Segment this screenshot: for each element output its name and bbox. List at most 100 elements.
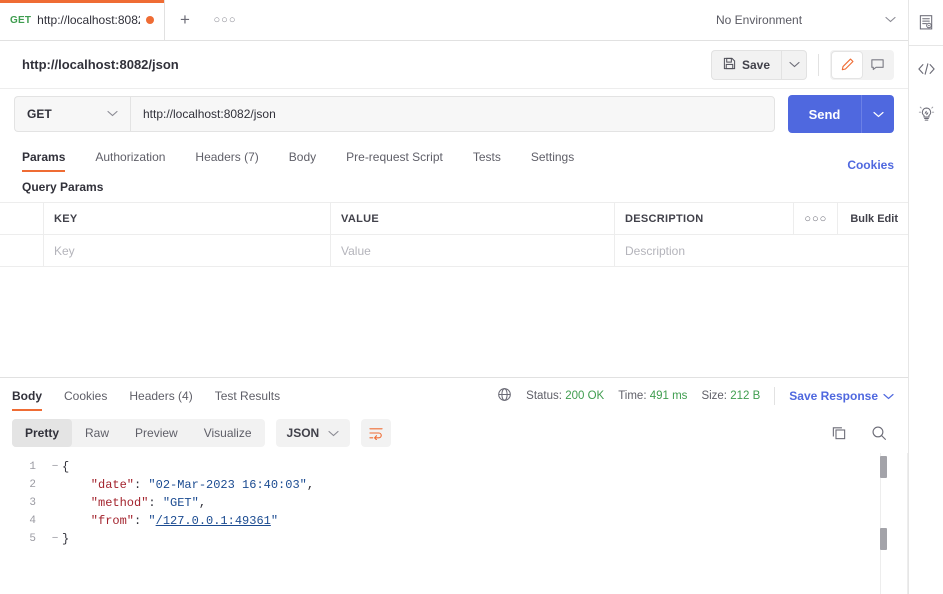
tab-tests[interactable]: Tests xyxy=(473,141,517,172)
code-line: 5−} xyxy=(0,530,908,548)
status-badge: Status: 200 OK xyxy=(526,390,604,402)
response-format-label: JSON xyxy=(286,426,320,440)
word-wrap-icon xyxy=(369,428,383,440)
response-tab-cookies[interactable]: Cookies xyxy=(64,379,107,413)
response-tab-test-results[interactable]: Test Results xyxy=(215,379,280,413)
key-input[interactable]: Key xyxy=(44,235,331,266)
code-text: } xyxy=(62,530,69,548)
send-options-button[interactable] xyxy=(861,95,894,133)
table-options-button[interactable]: ○○○ xyxy=(793,203,837,235)
line-number: 2 xyxy=(29,479,36,491)
view-mode-raw[interactable]: Raw xyxy=(72,419,122,447)
tab-settings[interactable]: Settings xyxy=(531,141,590,172)
environment-select[interactable]: No Environment xyxy=(708,6,904,34)
json-key: "date" xyxy=(62,478,135,492)
column-header-value: VALUE xyxy=(331,203,615,234)
environment-quick-look-icon xyxy=(919,15,932,30)
params-empty-space xyxy=(0,267,908,377)
query-params-label: Query Params xyxy=(22,180,104,194)
response-tab-headers[interactable]: Headers (4) xyxy=(129,379,192,413)
edit-button[interactable] xyxy=(832,51,862,78)
response-tab-body[interactable]: Body xyxy=(12,379,42,413)
chevron-down-icon xyxy=(872,111,884,117)
save-button[interactable]: Save xyxy=(710,49,781,80)
main-column: GET http://localhost:8082/j: + ○○○ No En… xyxy=(0,0,908,594)
json-link-value[interactable]: /127.0.0.1:49361 xyxy=(156,514,271,528)
size-badge: Size: 212 B xyxy=(701,390,760,402)
tab-strip: GET http://localhost:8082/j: + ○○○ No En… xyxy=(0,0,908,41)
request-tabs: Params Authorization Headers (7) Body Pr… xyxy=(22,141,847,172)
save-response-button[interactable]: Save Response xyxy=(789,389,894,403)
scrollbar-marker[interactable] xyxy=(880,528,887,550)
tab-pre-request-script[interactable]: Pre-request Script xyxy=(346,141,459,172)
tab-authorization[interactable]: Authorization xyxy=(95,141,181,172)
tips-button[interactable] xyxy=(909,91,943,136)
http-method-select[interactable]: GET xyxy=(14,96,130,132)
comments-button[interactable] xyxy=(862,52,892,78)
tab-headers[interactable]: Headers (7) xyxy=(195,141,274,172)
column-header-description: DESCRIPTION xyxy=(625,212,704,225)
tab-method-label: GET xyxy=(10,14,32,26)
code-text: { xyxy=(62,458,69,476)
fold-toggle-icon[interactable]: − xyxy=(48,458,62,476)
json-value: " xyxy=(270,514,279,528)
status-label: Status: xyxy=(526,389,562,402)
lightbulb-icon xyxy=(918,106,934,121)
page-title: http://localhost:8082/json xyxy=(22,57,179,72)
line-number: 3 xyxy=(29,497,36,509)
json-code: 1−{2 "date": "02-Mar-2023 16:40:03", 3 "m… xyxy=(0,453,908,548)
response-tabs: Body Cookies Headers (4) Test Results xyxy=(12,379,497,413)
request-tab[interactable]: GET http://localhost:8082/j: xyxy=(0,0,165,40)
code-text: "method": "GET", xyxy=(62,494,206,512)
query-params-table: KEY VALUE DESCRIPTION ○○○ Bulk Edit Key … xyxy=(0,202,908,267)
scrollbar-thumb[interactable] xyxy=(880,456,887,478)
description-input[interactable]: Description xyxy=(615,235,908,266)
view-mode-pretty[interactable]: Pretty xyxy=(12,419,73,447)
view-mode-preview[interactable]: Preview xyxy=(122,419,191,447)
tab-body[interactable]: Body xyxy=(289,141,332,172)
pencil-icon xyxy=(841,58,853,71)
send-button[interactable]: Send xyxy=(788,95,861,133)
code-snippet-button[interactable] xyxy=(909,46,943,91)
view-mode-group: Pretty Raw Preview Visualize xyxy=(12,419,265,447)
postman-window: GET http://localhost:8082/j: + ○○○ No En… xyxy=(0,0,943,594)
divider xyxy=(818,53,819,76)
value-input[interactable]: Value xyxy=(331,235,615,266)
url-bar: GET http://localhost:8082/json Send xyxy=(0,89,908,139)
json-punctuation: , xyxy=(198,496,207,510)
table-row: Key Value Description xyxy=(0,235,908,267)
search-icon xyxy=(872,426,886,440)
response-tabs-row: Body Cookies Headers (4) Test Results St… xyxy=(0,378,908,413)
tab-options-button[interactable]: ○○○ xyxy=(205,0,245,40)
cookies-link[interactable]: Cookies xyxy=(847,158,894,172)
new-tab-button[interactable]: + xyxy=(165,0,205,40)
response-meta: Status: 200 OK Time: 491 ms Size: 212 B … xyxy=(497,386,894,405)
save-options-button[interactable] xyxy=(781,49,807,80)
chevron-down-icon xyxy=(883,389,894,403)
select-all-cell[interactable] xyxy=(0,203,44,234)
code-line: 2 "date": "02-Mar-2023 16:40:03", xyxy=(0,476,908,494)
tab-title-label: http://localhost:8082/j: xyxy=(37,13,140,27)
view-mode-visualize[interactable]: Visualize xyxy=(191,419,265,447)
copy-icon xyxy=(832,427,846,440)
row-checkbox[interactable] xyxy=(0,235,44,266)
response-body-viewer[interactable]: 1−{2 "date": "02-Mar-2023 16:40:03", 3 "m… xyxy=(0,453,908,594)
environment-quick-look-button[interactable] xyxy=(909,0,943,45)
copy-button[interactable] xyxy=(824,419,854,447)
json-punctuation: { xyxy=(62,460,70,474)
floppy-disk-icon xyxy=(723,57,736,73)
code-line: 1−{ xyxy=(0,458,908,476)
bulk-edit-button[interactable]: Bulk Edit xyxy=(837,203,908,235)
code-line: 4 "from": "/127.0.0.1:49361" xyxy=(0,512,908,530)
search-button[interactable] xyxy=(864,419,894,447)
http-method-label: GET xyxy=(27,107,52,121)
url-input[interactable]: http://localhost:8082/json xyxy=(130,96,775,132)
word-wrap-button[interactable] xyxy=(361,419,392,447)
tab-params[interactable]: Params xyxy=(22,141,81,172)
time-badge: Time: 491 ms xyxy=(618,390,687,402)
json-key: "from" xyxy=(62,514,135,528)
json-value: "GET" xyxy=(162,496,199,510)
response-format-select[interactable]: JSON xyxy=(275,419,351,447)
fold-toggle-icon[interactable]: − xyxy=(48,530,62,548)
time-value: 491 ms xyxy=(649,389,688,402)
